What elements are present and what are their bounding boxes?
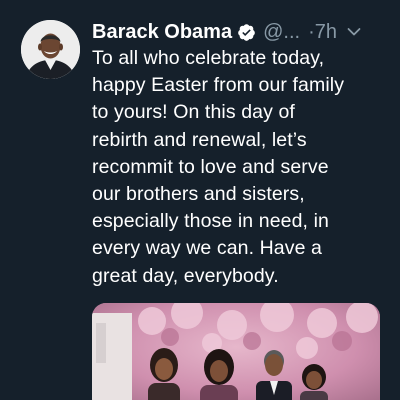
tweet-text-line: happy Easter from our family (92, 74, 345, 97)
avatar-image (21, 20, 80, 79)
family-photo-image (92, 303, 380, 400)
time-separator: · (308, 20, 315, 43)
chevron-down-icon[interactable] (347, 27, 361, 37)
tweet-photo[interactable] (92, 303, 380, 400)
avatar[interactable] (21, 20, 80, 79)
tweet-header: Barack Obama @... ·7h (92, 17, 392, 47)
tweet-text-line: great day, everybody. (92, 264, 279, 287)
tweet-text-line: especially those in need, in (92, 210, 329, 233)
tweet-text-line: recommit to love and serve (92, 155, 329, 178)
tweet-text-line: rebirth and renewal, let’s (92, 128, 307, 151)
author-name[interactable]: Barack Obama (92, 21, 232, 44)
tweet-text-line: To all who celebrate today, (92, 47, 325, 69)
tweet-text-line: to yours! On this day of (92, 101, 295, 124)
tweet-text-line: our brothers and sisters, (92, 183, 305, 206)
tweet-timestamp[interactable]: ·7h (308, 21, 337, 44)
tweet-text-line: every way we can. Have a (92, 237, 323, 260)
time-value: 7h (314, 20, 337, 43)
tweet-text: To all who celebrate today, happy Easter… (92, 45, 394, 290)
author-handle[interactable]: @... (263, 21, 300, 44)
tweet[interactable]: Barack Obama @... ·7h To all who celebra… (0, 0, 400, 400)
verified-badge-icon (238, 23, 255, 41)
